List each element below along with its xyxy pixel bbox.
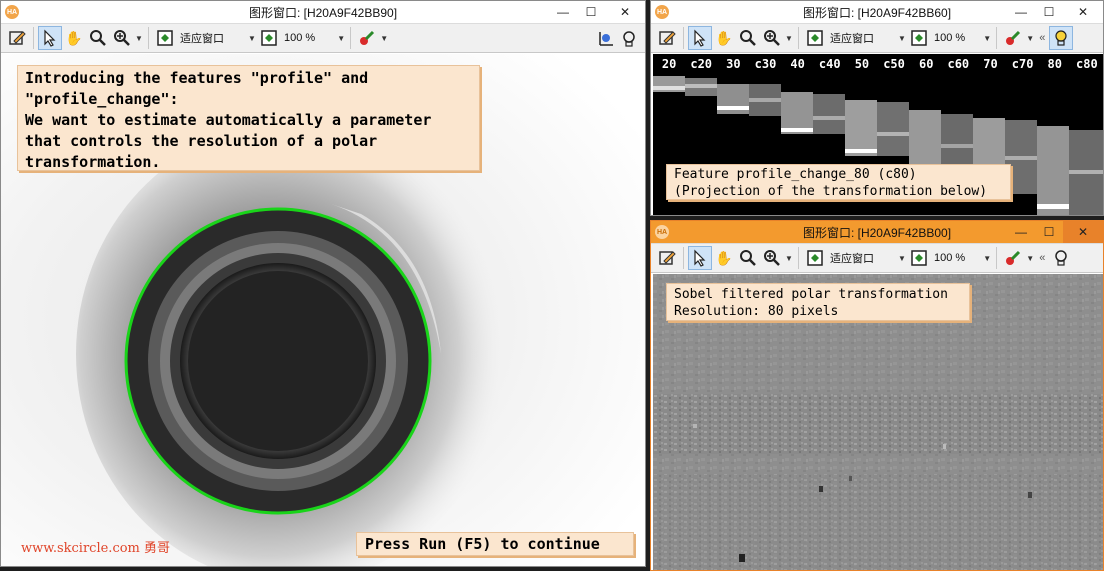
graphics-window-left: HA 图形窗口: [H20A9F42BB90] — ☐ ✕ ✋ ▼ 适应窗口 ▼…	[0, 0, 646, 567]
toolbar-overflow-button[interactable]: «	[1039, 252, 1045, 264]
toolbar: ✋ ▼ 适应窗口 ▼ 100 % ▼ ▼ «	[651, 243, 1103, 273]
zoom-mode-select[interactable]: 适应窗口 ▼	[803, 27, 907, 49]
zoom-in-icon[interactable]	[760, 246, 784, 270]
pointer-icon[interactable]	[38, 26, 62, 50]
hand-pan-icon[interactable]: ✋	[712, 26, 736, 50]
chevron-down-icon: ▼	[983, 253, 992, 263]
profile-label: c40	[818, 57, 841, 71]
graphics-window-top-right: HA 图形窗口: [H20A9F42BB60] — ☐ ✕ ✋ ▼ 适应窗口 ▼…	[650, 0, 1104, 216]
chevron-down-icon: ▼	[248, 33, 256, 43]
title-bar[interactable]: HA 图形窗口: [H20A9F42BB00] — ☐ ✕	[651, 221, 1103, 243]
minimize-button[interactable]: —	[1007, 1, 1035, 23]
zoom-in-icon[interactable]	[110, 26, 134, 50]
chevron-down-icon: ▼	[337, 33, 346, 43]
halcon-logo-icon: HA	[655, 225, 669, 239]
fit-window-icon	[803, 26, 827, 50]
edit-pencil-icon[interactable]	[655, 246, 679, 270]
fit-window-icon	[153, 26, 177, 50]
chevron-down-icon[interactable]: ▼	[1025, 254, 1035, 263]
magnifier-icon[interactable]	[736, 246, 760, 270]
color-paint-icon[interactable]	[1001, 246, 1025, 270]
chevron-down-icon[interactable]: ▼	[1025, 34, 1035, 43]
edit-pencil-icon[interactable]	[655, 26, 679, 50]
chevron-down-icon[interactable]: ▼	[134, 34, 144, 43]
profile-label: 70	[983, 57, 998, 71]
zoom-percent-select[interactable]: 100 % ▼	[257, 27, 346, 49]
profile-label: c50	[883, 57, 905, 71]
toolbar: ✋ ▼ 适应窗口 ▼ 100 % ▼ ▼	[1, 23, 645, 53]
continue-message: Press Run (F5) to continue	[356, 532, 634, 556]
toolbar-overflow-button[interactable]: «	[1039, 32, 1045, 44]
zoom-100-icon	[257, 26, 281, 50]
lightbulb-icon[interactable]	[617, 27, 641, 51]
coordinates-icon[interactable]	[593, 27, 617, 51]
zoom-mode-select[interactable]: 适应窗口 ▼	[803, 247, 907, 269]
magnifier-icon[interactable]	[86, 26, 110, 50]
maximize-button[interactable]: ☐	[1035, 221, 1063, 243]
profile-label: 40	[790, 57, 805, 71]
chevron-down-icon[interactable]: ▼	[784, 254, 794, 263]
close-button[interactable]: ✕	[1063, 221, 1103, 243]
color-paint-icon[interactable]	[1001, 26, 1025, 50]
halcon-logo-icon: HA	[5, 5, 19, 19]
zoom-percent-select[interactable]: 100 % ▼	[907, 27, 992, 49]
title-bar[interactable]: HA 图形窗口: [H20A9F42BB60] — ☐ ✕	[651, 1, 1103, 23]
hand-pan-icon[interactable]: ✋	[62, 26, 86, 50]
pointer-icon[interactable]	[688, 26, 712, 50]
title-bar[interactable]: HA 图形窗口: [H20A9F42BB90] — ☐ ✕	[1, 1, 645, 23]
color-paint-icon[interactable]	[355, 26, 379, 50]
hand-pan-icon[interactable]: ✋	[712, 246, 736, 270]
lightbulb-icon[interactable]	[1049, 26, 1074, 50]
close-button[interactable]: ✕	[605, 1, 645, 23]
profile-label: c70	[1011, 57, 1034, 71]
profile-label: 80	[1047, 57, 1062, 71]
chevron-down-icon: ▼	[983, 33, 992, 43]
maximize-button[interactable]: ☐	[1035, 1, 1063, 23]
zoom-percent-select[interactable]: 100 % ▼	[907, 247, 992, 269]
profile-label: c60	[947, 57, 970, 71]
maximize-button[interactable]: ☐	[577, 1, 605, 23]
chevron-down-icon: ▼	[898, 253, 906, 263]
polar-transform-message: Sobel filtered polar transformation Reso…	[666, 283, 970, 321]
profile-label: 60	[918, 57, 934, 71]
pointer-icon[interactable]	[688, 246, 712, 270]
magnifier-icon[interactable]	[736, 26, 760, 50]
profile-label: 50	[854, 57, 870, 71]
profile-label-row: 20 c20 30 c30 40 c40 50 c50 60 c60 70 c7…	[653, 54, 1103, 74]
zoom-100-icon	[907, 26, 931, 50]
graphics-window-bottom-right: HA 图形窗口: [H20A9F42BB00] — ☐ ✕ ✋ ▼ 适应窗口 ▼…	[650, 220, 1104, 571]
close-button[interactable]: ✕	[1063, 1, 1103, 23]
chevron-down-icon[interactable]: ▼	[379, 34, 389, 43]
zoom-100-icon	[907, 246, 931, 270]
chevron-down-icon: ▼	[898, 33, 906, 43]
halcon-logo-icon: HA	[655, 5, 669, 19]
chevron-down-icon[interactable]: ▼	[784, 34, 794, 43]
toolbar: ✋ ▼ 适应窗口 ▼ 100 % ▼ ▼ «	[651, 23, 1103, 53]
edit-pencil-icon[interactable]	[5, 26, 29, 50]
profile-label: 30	[726, 57, 741, 71]
minimize-button[interactable]: —	[1007, 221, 1035, 243]
lightbulb-icon[interactable]	[1049, 246, 1073, 270]
minimize-button[interactable]: —	[549, 1, 577, 23]
watermark-text: www.skcircle.com 勇哥	[21, 541, 171, 556]
profile-label: c30	[754, 57, 777, 71]
profile-feature-message: Feature profile_change_80 (c80) (Project…	[666, 164, 1011, 200]
profile-label: c20	[690, 57, 713, 71]
profile-label: 20	[661, 57, 677, 71]
zoom-mode-select[interactable]: 适应窗口 ▼	[153, 27, 257, 49]
zoom-in-icon[interactable]	[760, 26, 784, 50]
profile-label: c80	[1076, 57, 1098, 71]
fit-window-icon	[803, 246, 827, 270]
intro-message: Introducing the features "profile" and "…	[17, 65, 480, 171]
